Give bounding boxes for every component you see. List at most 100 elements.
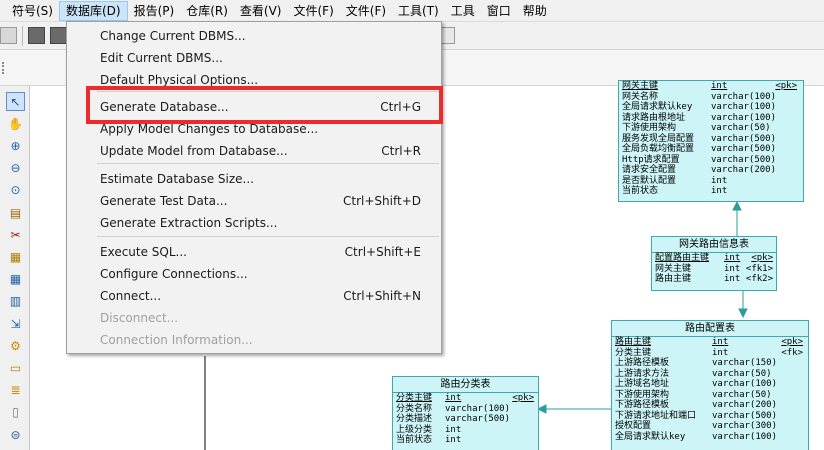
entity-column-row[interactable]: 全局请求默认key varchar(100) [612,432,808,443]
entity-column-row[interactable]: 服务发现全局配置 varchar(500) [619,134,803,145]
check-model-icon[interactable] [0,27,17,44]
menu-item-edit-current-dbms[interactable]: Edit Current DBMS... [67,47,441,69]
entity-column-row[interactable]: 上级分类 int [393,425,538,436]
entity-column-row[interactable]: Http请求配置 varchar(500) [619,155,803,166]
column-name: 路由主键 [655,274,692,284]
entity-column-row[interactable]: 授权配置 varchar(300) [612,421,808,432]
view-icon[interactable]: ▥ [6,292,25,311]
column-type: int [712,347,729,358]
menu-tools[interactable]: 工具(T) [392,1,445,21]
menu-item-execute-sql[interactable]: Execute SQL... Ctrl+Shift+E [67,241,441,263]
entity-column-row[interactable]: 分类描述 varchar(500) [393,414,538,425]
column-name: 网关主键 [622,81,659,91]
menu-item-configure-connections[interactable]: Configure Connections... [67,263,441,285]
menu-item-label: Generate Extraction Scripts... [100,216,278,230]
entity-route-config[interactable]: 路由配置表 路由主键 int <pk> 分类主键 int <fk> 上游路径模板 varchar… [611,320,809,450]
entity-column-row[interactable]: 请求路由根地址 varchar(100) [619,113,803,124]
entity-column-row[interactable]: 路由主键 int <fk2> [652,274,776,285]
entity-column-row[interactable]: 是否默认配置 int [619,176,803,187]
entity-column-row[interactable]: 上游请求方法 varchar(50) [612,369,808,380]
menu-repository[interactable]: 仓库(R) [180,1,234,21]
entity-column-row[interactable]: 分类名称 varchar(100) [393,404,538,415]
properties-icon[interactable]: ▤ [6,203,25,222]
menu-database[interactable]: 数据库(D) [58,0,128,21]
column-type: varchar(500) [711,144,777,154]
menu-file-2[interactable]: 文件(F) [340,1,392,21]
entity-column-row[interactable]: 分类主键 int <fk> [612,348,808,359]
menu-report[interactable]: 报告(P) [128,1,181,21]
note-icon[interactable]: ▭ [6,358,25,377]
zoom-out-icon[interactable]: ⊖ [6,159,25,178]
entity-column-row[interactable]: 当前状态 int [619,186,803,197]
entity-column-row[interactable]: 下游请求地址和端口 varchar(500) [612,411,808,422]
entity-column-row[interactable]: 全局请求默认key varchar(100) [619,102,803,113]
entity-column-row[interactable]: 当前状态 int [393,435,538,446]
column-name: 上游域名地址 [615,379,670,389]
menu-symbol[interactable]: 符号(S) [6,1,59,21]
column-name: 全局请求默认key [615,431,686,442]
entity-column-row[interactable]: 下游使用架构 varchar(50) [619,123,803,134]
menu-file[interactable]: 文件(F) [287,1,339,21]
highlight-annotation [86,86,443,124]
text-icon[interactable]: ≣ [6,381,25,400]
entity-column-row[interactable]: 分类主键 int <pk> [393,393,538,404]
table-icon[interactable]: ▦ [6,270,25,289]
toolbar-button-icon[interactable] [28,27,45,44]
column-key: <pk> [751,253,773,263]
menu-item-generate-test-data[interactable]: Generate Test Data... Ctrl+Shift+D [67,190,441,212]
entity-column-row[interactable]: 网关名称 varchar(100) [619,92,803,103]
menu-item-label: Connection Information... [100,333,253,347]
toolbar-button-icon[interactable] [50,27,67,44]
entity-column-row[interactable]: 下游使用架构 varchar(50) [612,390,808,401]
entity-column-row[interactable]: 上游路径模板 varchar(150) [612,358,808,369]
column-type: int [712,337,729,347]
toolbar-grip[interactable] [2,62,6,74]
entity-gateway-table[interactable]: 网关主键 int <pk> 网关名称 varchar(100) 全局请求默认key varc… [618,80,804,202]
zoom-in-icon[interactable]: ⊕ [6,136,25,155]
column-type: int [711,175,728,186]
menu-item-update-model-from-database[interactable]: Update Model from Database... Ctrl+R [67,140,441,162]
menu-item-change-current-dbms[interactable]: Change Current DBMS... [67,25,441,47]
column-type: varchar(150) [712,358,778,368]
entity-title: 路由分类表 [393,377,538,393]
link-icon[interactable]: ⊜ [6,425,25,444]
menu-tools-2[interactable]: 工具 [445,1,481,21]
column-type: varchar(100) [711,91,777,102]
menu-item-connect[interactable]: Connect... Ctrl+Shift+N [67,285,441,307]
column-type: varchar(300) [712,421,778,431]
entity-column-row[interactable]: 下游路径模板 varchar(200) [612,400,808,411]
menu-view[interactable]: 查看(V) [234,1,288,21]
column-name: 请求路由根地址 [622,112,686,123]
menu-item-estimate-database-size[interactable]: Estimate Database Size... [67,168,441,190]
column-name: 上游路径模板 [615,358,670,368]
menu-window[interactable]: 窗口 [481,1,517,21]
column-name: 全局请求默认key [622,102,693,112]
procedure-icon[interactable]: ⚙ [6,336,25,355]
entity-route-category[interactable]: 路由分类表 分类主键 int <pk> 分类名称 varchar(100) 分类描述 varc… [392,376,539,450]
entity-column-row[interactable]: 请求安全配置 varchar(200) [619,165,803,176]
hand-icon[interactable]: ✋ [6,114,25,133]
reference-icon[interactable]: ⇲ [6,314,25,333]
package-icon[interactable]: ▦ [6,247,25,266]
column-key: <fk> [781,347,803,358]
entity-column-row[interactable]: 网关主键 int <fk1> [652,264,776,275]
column-key: <fk1> [745,263,773,274]
file-icon[interactable]: ▯ [6,403,25,422]
menu-item-connection-information: Connection Information... [67,329,441,351]
entity-column-row[interactable]: 配置路由主键 int <pk> [652,253,776,264]
column-type: varchar(50) [711,123,771,133]
menu-bar: 符号(S) 数据库(D) 报告(P) 仓库(R) 查看(V) 文件(F) 文件(… [0,0,824,22]
zoom-fit-icon[interactable]: ⊙ [6,181,25,200]
entity-column-row[interactable]: 上游域名地址 varchar(100) [612,379,808,390]
scissors-icon[interactable]: ✂ [6,225,25,244]
column-type: varchar(100) [712,379,778,389]
entity-gateway-route-info[interactable]: 网关路由信息表 配置路由主键 int <pk> 网关主键 int <fk1> 路由主键 int <… [651,236,777,291]
database-menu-dropdown: Change Current DBMS... Edit Current DBMS.… [66,21,442,354]
menu-item-generate-extraction-scripts[interactable]: Generate Extraction Scripts... [67,212,441,234]
entity-column-row[interactable]: 全局负载均衡配置 varchar(500) [619,144,803,155]
column-type: varchar(100) [711,112,777,123]
menu-help[interactable]: 帮助 [517,1,553,21]
pointer-icon[interactable]: ↖ [6,92,25,111]
entity-column-row[interactable]: 网关主键 int <pk> [619,81,803,92]
entity-column-row[interactable]: 路由主键 int <pk> [612,337,808,348]
